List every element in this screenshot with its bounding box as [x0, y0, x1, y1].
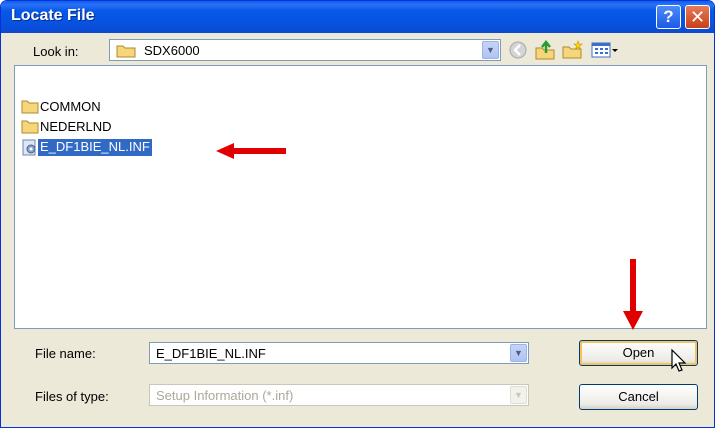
close-button[interactable]: ✕: [685, 5, 710, 29]
files-of-type-select[interactable]: Setup Information (*.inf) ▼: [149, 384, 529, 406]
file-name-value: E_DF1BIE_NL.INF: [156, 346, 266, 361]
look-in-dropdown[interactable]: SDX6000 ▼: [109, 39, 501, 61]
folder-icon: [21, 119, 39, 137]
chevron-down-icon[interactable]: ▼: [510, 386, 527, 404]
setup-file-icon: [21, 139, 39, 159]
back-icon[interactable]: [508, 40, 528, 63]
folder-icon: [21, 99, 39, 117]
file-name: NEDERLND: [40, 119, 112, 134]
mouse-cursor-icon: [671, 348, 691, 378]
file-name: E_DF1BIE_NL.INF: [38, 139, 152, 156]
file-name-input[interactable]: E_DF1BIE_NL.INF ▼: [149, 342, 529, 364]
folder-icon: [116, 44, 136, 61]
chevron-down-icon[interactable]: ▼: [510, 344, 527, 362]
look-in-value: SDX6000: [144, 43, 200, 58]
look-in-label: Look in:: [33, 44, 79, 59]
file-name-label: File name:: [35, 346, 96, 361]
file-list[interactable]: COMMON NEDERLND E_DF1BIE_NL.INF: [14, 65, 707, 329]
locate-file-dialog: Locate File ? ✕ Look in: SDX6000 ▼ COMMO…: [0, 0, 715, 428]
up-folder-icon[interactable]: [534, 39, 556, 63]
file-name: COMMON: [40, 99, 101, 114]
files-of-type-value: Setup Information (*.inf): [156, 388, 294, 403]
title-bar[interactable]: Locate File ? ✕: [1, 1, 714, 33]
view-menu-icon[interactable]: [591, 40, 619, 63]
chevron-down-icon[interactable]: ▼: [482, 41, 499, 59]
files-of-type-label: Files of type:: [35, 389, 109, 404]
dialog-title: Locate File: [11, 7, 95, 24]
new-folder-icon[interactable]: [562, 40, 584, 63]
red-arrow-down: [622, 259, 644, 334]
help-button[interactable]: ?: [656, 5, 681, 29]
cancel-button[interactable]: Cancel: [579, 384, 698, 410]
red-arrow-right: [214, 141, 286, 164]
